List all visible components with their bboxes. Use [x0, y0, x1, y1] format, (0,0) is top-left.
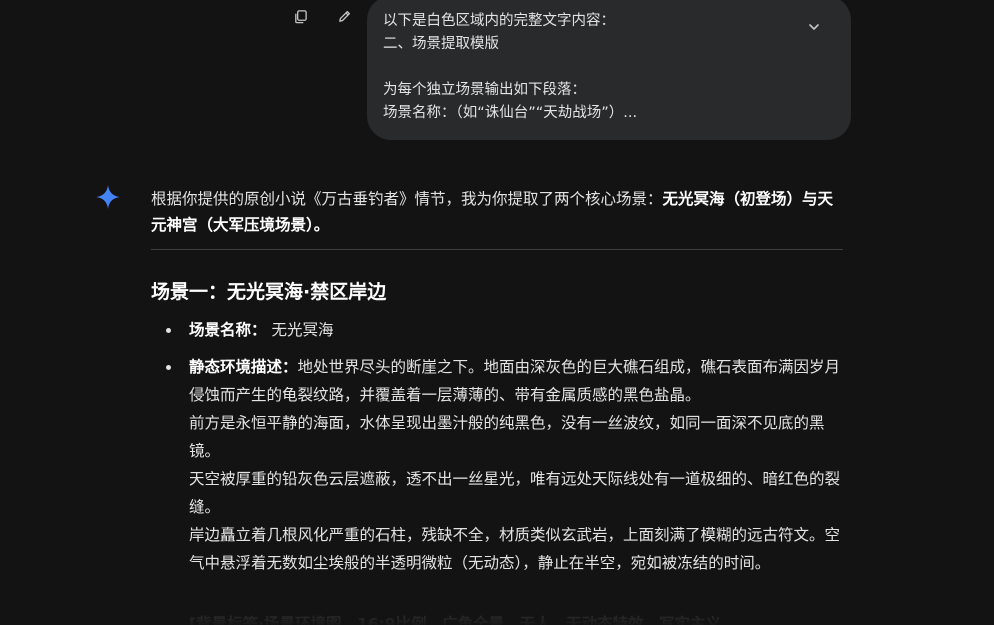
divider	[151, 249, 843, 250]
user-message-line	[383, 56, 791, 79]
user-message-line: 二、场景提取模版	[383, 36, 499, 52]
faded-next-line: [背景标签·场景环境图，16:9比例，广角全景，无人，无动态特效，写实主义 ..…	[189, 615, 745, 625]
desc-paragraph: 天空被厚重的铅灰色云层遮蔽，透不出一丝星光，唯有远处天际线处有一道极细的、暗红色…	[189, 470, 841, 516]
chevron-down-icon	[809, 24, 819, 30]
desc-paragraph: 前方是永恒平静的海面，水体呈现出墨汁般的纯黑色，没有一丝波纹，如同一面深不见底的…	[189, 414, 825, 460]
user-message-line: 以下是白色区域内的完整文字内容：	[383, 13, 615, 29]
list-item: 静态环境描述：地处世界尽头的断崖之下。地面由深灰色的巨大礁石组成，礁石表面布满因…	[151, 353, 843, 577]
copy-icon	[294, 9, 307, 23]
user-message-line: 场景名称：（如“诛仙台”“天劫战场”）...	[383, 105, 638, 121]
edit-button[interactable]	[332, 6, 356, 26]
expand-message-button[interactable]	[803, 16, 825, 38]
scene-title: 场景一：无光冥海·禁区岸边	[151, 281, 387, 303]
intro-text: 根据你提供的原创小说《万古垂钓者》情节，我为你提取了两个核心场景：	[151, 190, 663, 208]
user-message-bubble: 以下是白色区域内的完整文字内容： 二、场景提取模版 为每个独立场景输出如下段落：…	[367, 0, 851, 140]
scene-detail-list: 场景名称： 无光冥海 静态环境描述：地处世界尽头的断崖之下。地面由深灰色的巨大礁…	[151, 316, 843, 577]
pencil-icon	[338, 10, 350, 22]
scene-name-label: 场景名称：	[189, 321, 267, 339]
desc-paragraph: 岸边矗立着几根风化严重的石柱，残缺不全，材质类似玄武岩，上面刻满了模糊的远古符文…	[189, 526, 841, 572]
gemini-sparkle-icon	[96, 185, 120, 209]
response-intro: 根据你提供的原创小说《万古垂钓者》情节，我为你提取了两个核心场景：无光冥海（初登…	[151, 186, 843, 238]
static-env-label: 静态环境描述：	[189, 358, 298, 376]
scene-name-value: 无光冥海	[271, 321, 334, 339]
message-tools	[288, 6, 356, 26]
assistant-response: 根据你提供的原创小说《万古垂钓者》情节，我为你提取了两个核心场景：无光冥海（初登…	[151, 186, 843, 586]
copy-button[interactable]	[288, 6, 312, 26]
list-item: 场景名称： 无光冥海	[151, 316, 843, 344]
user-message-line: 为每个独立场景输出如下段落：	[383, 82, 586, 98]
